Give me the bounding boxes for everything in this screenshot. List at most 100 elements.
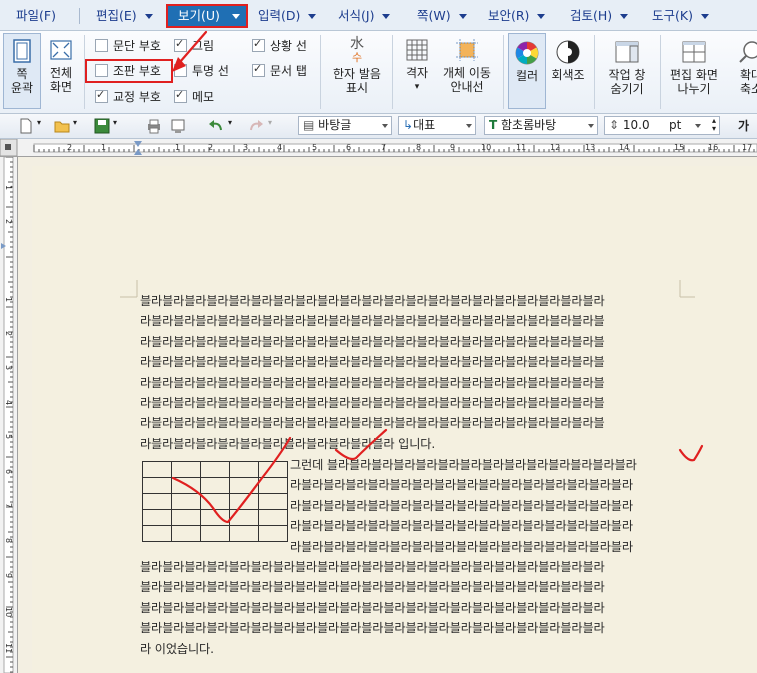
document-table[interactable] <box>142 461 289 543</box>
text-line: 라블라블라블라블라블라블라블라블라블라블라블라블라블라블라블라블라블라블라블라블… <box>140 375 605 390</box>
menu-tools[interactable]: 도구(K) <box>652 6 709 26</box>
menu-review[interactable]: 검토(H) <box>570 6 629 26</box>
document-paragraph-2[interactable]: 블라블라블라블라블라블라블라블라블라블라블라블라블라블라블라블라블라블라블라블라… <box>140 557 680 659</box>
hanja-reading-button[interactable]: 水수 한자 발음 표시 <box>326 37 388 95</box>
text-line: 블라블라블라블라블라블라블라블라블라블라블라블라블라블라블라블라블라블라블라블라… <box>140 580 605 595</box>
checkbox-label: 투명 선 <box>192 64 229 78</box>
style-select[interactable]: ▤ 바탕글 <box>298 116 392 135</box>
ribbon-divider <box>503 35 504 109</box>
text-line: 라블라블라블라블라블라블라블라블라블라블라블라블라블라블라블라블라블라블라블라블… <box>140 355 605 370</box>
svg-text:16: 16 <box>708 143 718 152</box>
language-value: 대표 <box>413 118 436 132</box>
checkbox-label: 메모 <box>192 90 215 104</box>
svg-text:11: 11 <box>516 143 526 152</box>
menu-format[interactable]: 서식(J) <box>338 6 391 26</box>
color-label: 컬러 <box>515 69 539 83</box>
text-line: 라블라블라블라블라블라블라블라블라블라블라블라블라블라블라블라 <box>290 539 633 554</box>
color-wheel-icon <box>515 41 539 65</box>
paragraph-mark-checkbox[interactable]: 문단 부호 <box>95 38 161 54</box>
open-folder-icon[interactable] <box>54 118 70 134</box>
svg-text:1: 1 <box>175 143 180 152</box>
picture-checkbox[interactable]: 그림 <box>174 36 214 54</box>
svg-text:2: 2 <box>4 331 13 336</box>
horizontal-ruler[interactable]: 2 1 1 2 3 4 5 6 7 8 9 10 11 12 13 14 15 16 17 <box>0 139 757 157</box>
bold-button[interactable]: 가 <box>738 117 749 134</box>
page-outline-button[interactable]: 쪽 윤곽 <box>3 33 41 109</box>
svg-text:14: 14 <box>619 143 629 152</box>
page-outline-icon <box>13 39 31 63</box>
svg-text:12: 12 <box>550 143 560 152</box>
preview-icon[interactable] <box>170 118 186 134</box>
redo-icon[interactable] <box>248 118 264 134</box>
svg-text:1: 1 <box>4 185 13 190</box>
chevron-down-icon <box>382 14 391 19</box>
menu-bar: 파일(F) 편집(E) 보기(U) 입력(D) 서식(J) 쪽(W) 보안(R)… <box>0 0 757 31</box>
chevron-down-icon[interactable]: ▾ <box>228 118 232 127</box>
svg-text:5: 5 <box>312 143 317 152</box>
checkbox-box <box>95 39 108 52</box>
menu-file[interactable]: 파일(F) <box>16 6 56 26</box>
svg-text:17: 17 <box>742 143 752 152</box>
menu-view[interactable]: 보기(U) <box>166 4 248 28</box>
svg-text:5: 5 <box>4 434 13 439</box>
svg-text:8: 8 <box>4 538 13 543</box>
menu-page[interactable]: 쪽(W) <box>417 6 467 26</box>
language-select[interactable]: ↳대표 <box>398 116 476 135</box>
text-line: 블라블라블라블라블라블라블라블라블라블라블라블라블라블라블라블라블라블라블라블라… <box>140 294 605 308</box>
chevron-down-icon[interactable]: ▾ <box>113 118 117 127</box>
split-screen-button[interactable]: 편집 화면 나누기 <box>664 39 724 96</box>
chevron-down-icon <box>588 124 594 128</box>
zoom-button[interactable]: 확대 축소 <box>734 39 757 96</box>
menu-separator <box>79 8 80 24</box>
chevron-down-icon <box>382 124 388 128</box>
chevron-down-icon[interactable]: ▾ <box>268 118 272 127</box>
svg-text:8: 8 <box>416 143 421 152</box>
transparent-line-checkbox[interactable]: 투명 선 <box>174 63 229 79</box>
chevron-down-icon[interactable]: ▾ <box>73 118 77 127</box>
checkbox-box <box>252 36 265 52</box>
grid-icon <box>406 39 428 61</box>
svg-text:9: 9 <box>4 573 13 578</box>
proof-mark-checkbox[interactable]: 교정 부호 <box>95 87 161 105</box>
grid-button[interactable]: 격자 ▾ <box>398 37 436 94</box>
save-icon[interactable] <box>94 118 110 134</box>
undo-icon[interactable] <box>208 118 224 134</box>
text-line: 그런데 블라블라블라블라블라블라블라블라블라블라블라블라블라블라 <box>290 458 637 472</box>
text-line: 라블라블라블라블라블라블라블라블라블라블라블라블라블라블라블라 <box>290 478 633 493</box>
color-button[interactable]: 컬러 <box>508 33 546 109</box>
svg-text:11: 11 <box>4 643 13 653</box>
hide-task-window-button[interactable]: 작업 창 숨기기 <box>600 39 654 96</box>
doc-tab-checkbox[interactable]: 문서 탭 <box>252 61 307 79</box>
magnifier-icon <box>739 41 757 63</box>
full-screen-icon <box>50 40 72 60</box>
document-paragraph-1[interactable]: 블라블라블라블라블라블라블라블라블라블라블라블라블라블라블라블라블라블라블라블라… <box>140 291 680 454</box>
memo-checkbox[interactable]: 메모 <box>174 87 215 105</box>
status-line-checkbox[interactable]: 상황 선 <box>252 36 307 54</box>
full-screen-label: 전체 화면 <box>49 66 73 94</box>
svg-text:2: 2 <box>208 143 213 152</box>
menu-edit[interactable]: 편집(E) <box>96 6 153 26</box>
ribbon-divider <box>660 35 661 109</box>
grayscale-button[interactable]: 회색조 <box>548 39 588 82</box>
document-paragraph-2-wrap[interactable]: 그런데 블라블라블라블라블라블라블라블라블라블라블라블라블라블라 라블라블라블라… <box>290 455 680 557</box>
font-select[interactable]: T 함초롬바탕 <box>484 116 598 135</box>
chevron-down-icon <box>308 14 317 19</box>
print-icon[interactable] <box>146 118 162 134</box>
size-icon: ⇕ <box>609 118 620 132</box>
menu-insert[interactable]: 입력(D) <box>258 6 317 26</box>
hanja-icon: 水수 <box>350 36 364 64</box>
full-screen-button[interactable]: 전체 화면 <box>43 33 79 94</box>
new-document-icon[interactable] <box>18 118 34 134</box>
spinner-icon[interactable]: ▴ ▾ <box>712 117 716 133</box>
menu-security[interactable]: 보안(R) <box>488 6 546 26</box>
ruler-ticks: 1 2 1 2 3 4 5 6 7 8 9 10 11 <box>1 157 14 673</box>
font-size-select[interactable]: ⇕ 10.0 pt ▴ ▾ <box>604 116 720 135</box>
text-line: 라 이었습니다. <box>140 641 214 656</box>
svg-text:3: 3 <box>4 365 13 370</box>
checkbox-label: 문단 부호 <box>113 39 161 53</box>
object-move-guide-button[interactable]: 개체 이동 안내선 <box>438 37 496 94</box>
vertical-ruler[interactable]: 1 2 1 2 3 4 5 6 7 8 9 10 11 <box>0 157 18 673</box>
font-value: 함초롬바탕 <box>501 118 557 132</box>
font-unit-value: pt <box>669 118 682 132</box>
chevron-down-icon[interactable]: ▾ <box>37 118 41 127</box>
